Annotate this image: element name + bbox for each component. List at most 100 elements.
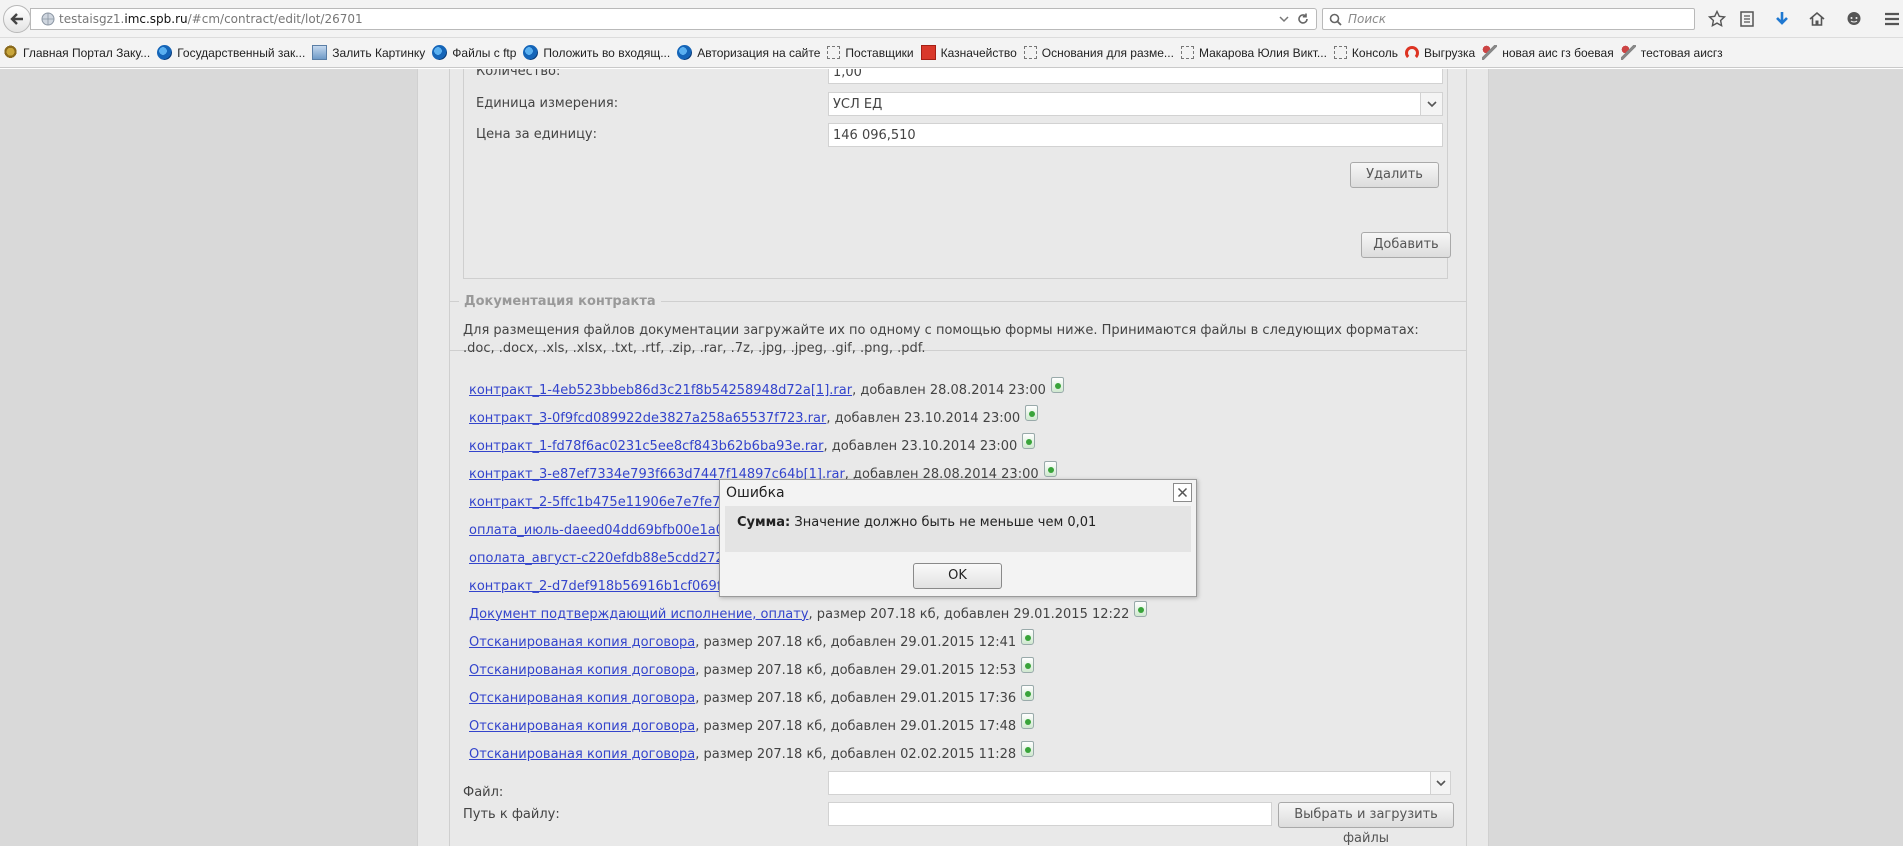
path-input[interactable] xyxy=(828,802,1272,826)
bookmark-item[interactable]: Основания для разме... xyxy=(1023,46,1174,60)
image-icon xyxy=(312,45,328,60)
ok-button[interactable]: OK xyxy=(913,563,1002,589)
trash-icon[interactable] xyxy=(1050,377,1064,393)
dialog-title: Ошибка xyxy=(726,485,785,501)
unit-label: Единица измерения: xyxy=(476,96,619,111)
chevron-down-icon[interactable] xyxy=(1420,93,1442,115)
trash-icon[interactable] xyxy=(1021,629,1035,645)
file-link[interactable]: Отсканированая копия договора xyxy=(469,719,695,734)
file-meta: , размер 207.18 кб, добавлен 02.02.2015 … xyxy=(695,746,1017,762)
error-text: Значение должно быть не меньше чем 0,01 xyxy=(794,515,1097,530)
file-link[interactable]: контракт_2-5ffc1b475e11906e7e7fe7a xyxy=(469,495,728,510)
file-row: Отсканированая копия договора, размер 20… xyxy=(469,628,1369,656)
back-button[interactable] xyxy=(3,5,31,33)
bookmark-item[interactable]: Авторизация на сайте xyxy=(677,45,820,60)
unit-select[interactable]: УСЛ ЕД xyxy=(828,92,1443,116)
bookmark-item[interactable]: Государственный зак... xyxy=(157,45,305,60)
bookmark-item[interactable]: Главная Портал Заку... xyxy=(3,45,150,60)
trash-icon[interactable] xyxy=(1021,741,1035,757)
price-field[interactable]: 146 096,510 xyxy=(828,123,1443,147)
file-link[interactable]: оплата_июль-daeed04dd69bfb00e1a0c xyxy=(469,523,731,538)
file-link[interactable]: Отсканированая копия договора xyxy=(469,635,695,650)
trash-icon[interactable] xyxy=(1022,433,1036,449)
file-meta: , размер 207.18 кб, добавлен 29.01.2015 … xyxy=(695,718,1017,734)
file-label: Файл: xyxy=(463,785,504,800)
bookmark-item[interactable]: Файлы с ftp xyxy=(432,45,516,60)
bookmark-item[interactable]: Поставщики xyxy=(827,46,914,60)
bookmark-item[interactable]: Залить Картинку xyxy=(312,45,425,60)
file-link[interactable]: Документ подтверждающий исполнение, опла… xyxy=(469,607,809,622)
file-link[interactable]: Отсканированая копия договора xyxy=(469,747,695,762)
quantity-field[interactable]: 1,00 xyxy=(828,69,1443,84)
bookmark-item[interactable]: новая аис гз боевая xyxy=(1482,45,1614,60)
tools-icon xyxy=(1620,45,1636,60)
file-meta: , размер 207.18 кб, добавлен 29.01.2015 … xyxy=(695,690,1017,706)
file-link[interactable]: ополата_август-c220efdb88e5cdd2729 xyxy=(469,551,732,566)
dialog-message: Сумма: Значение должно быть не меньше че… xyxy=(737,515,1096,530)
trash-icon[interactable] xyxy=(1043,461,1057,477)
arrow-left-icon xyxy=(10,13,23,25)
bookmark-item[interactable]: Макарова Юлия Викт... xyxy=(1180,46,1327,60)
file-row: контракт_1-fd78f6ac0231c5ee8cf843b62b6ba… xyxy=(469,432,1369,460)
globe-icon xyxy=(41,12,55,26)
quantity-label: Количество: xyxy=(476,69,561,79)
browser-navbar: testaisgz1.imc.spb.ru/#cm/contract/edit/… xyxy=(0,0,1903,38)
unit-value: УСЛ ЕД xyxy=(833,97,883,112)
tools-icon xyxy=(1482,45,1498,60)
delete-button[interactable]: Удалить xyxy=(1350,162,1439,188)
page-icon xyxy=(1333,46,1347,59)
eagle-icon xyxy=(3,45,18,60)
error-dialog: Ошибка Сумма: Значение должно быть не ме… xyxy=(719,479,1197,597)
chat-icon[interactable] xyxy=(1844,9,1864,29)
dialog-body: Сумма: Значение должно быть не меньше че… xyxy=(725,506,1191,552)
search-bar[interactable]: Поиск xyxy=(1322,8,1695,30)
reload-icon[interactable] xyxy=(1296,12,1310,26)
bookmark-item[interactable]: Консоль xyxy=(1333,46,1398,60)
file-select[interactable] xyxy=(828,771,1451,795)
treasury-icon xyxy=(920,45,936,60)
file-link[interactable]: контракт_1-4eb523bbeb86d3c21f8b54258948d… xyxy=(469,383,852,398)
file-link[interactable]: контракт_1-fd78f6ac0231c5ee8cf843b62b6ba… xyxy=(469,439,824,454)
path-label: Путь к файлу: xyxy=(463,807,560,822)
chevron-down-icon[interactable] xyxy=(1278,13,1290,25)
upload-button[interactable]: Выбрать и загрузить файлы xyxy=(1278,802,1454,846)
file-link[interactable]: контракт_2-d7def918b56916b1cf069fb xyxy=(469,579,730,594)
file-row: контракт_3-0f9fcd089922de3827a258a65537f… xyxy=(469,404,1369,432)
url-bar[interactable]: testaisgz1.imc.spb.ru/#cm/contract/edit/… xyxy=(30,8,1317,30)
file-meta: , размер 207.18 кб, добавлен 29.01.2015 … xyxy=(695,634,1017,650)
bookmark-star-icon[interactable] xyxy=(1707,9,1727,29)
trash-icon[interactable] xyxy=(1025,405,1039,421)
price-label: Цена за единицу: xyxy=(476,127,598,142)
file-row: Документ подтверждающий исполнение, опла… xyxy=(469,600,1369,628)
bookmark-item[interactable]: Положить во входящ... xyxy=(523,45,670,60)
chevron-down-icon[interactable] xyxy=(1430,772,1450,794)
file-row: Отсканированая копия договора, размер 20… xyxy=(469,740,1369,768)
globe-icon xyxy=(432,45,448,60)
bookmarks-bar: Главная Портал Заку... Государственный з… xyxy=(0,38,1903,68)
search-placeholder: Поиск xyxy=(1348,12,1387,26)
file-row: контракт_1-4eb523bbeb86d3c21f8b54258948d… xyxy=(469,376,1369,404)
bookmarks-list-icon[interactable] xyxy=(1737,9,1757,29)
bookmark-item[interactable]: тестовая аисгз xyxy=(1620,45,1723,60)
file-meta: , добавлен 23.10.2014 23:00 xyxy=(823,438,1018,454)
file-row: Отсканированая копия договора, размер 20… xyxy=(469,656,1369,684)
file-link[interactable]: Отсканированая копия договора xyxy=(469,663,695,678)
globe-icon xyxy=(157,45,173,60)
trash-icon[interactable] xyxy=(1021,657,1035,673)
trash-icon[interactable] xyxy=(1134,601,1148,617)
bookmark-item[interactable]: Казначейство xyxy=(920,45,1017,60)
file-meta: , размер 207.18 кб, добавлен 29.01.2015 … xyxy=(808,606,1130,622)
trash-icon[interactable] xyxy=(1021,685,1035,701)
file-link[interactable]: Отсканированая копия договора xyxy=(469,691,695,706)
file-link[interactable]: контракт_3-0f9fcd089922de3827a258a65537f… xyxy=(469,411,826,426)
search-icon xyxy=(1329,13,1342,26)
add-button[interactable]: Добавить xyxy=(1361,232,1451,258)
documents-legend: Документация контракта xyxy=(459,294,661,309)
file-meta: , добавлен 28.08.2014 23:00 xyxy=(852,382,1046,398)
trash-icon[interactable] xyxy=(1021,713,1035,729)
menu-icon[interactable] xyxy=(1882,9,1902,29)
close-icon[interactable] xyxy=(1173,483,1192,502)
home-icon[interactable] xyxy=(1807,9,1827,29)
download-icon[interactable] xyxy=(1772,9,1792,29)
bookmark-item[interactable]: Выгрузка xyxy=(1405,45,1475,60)
